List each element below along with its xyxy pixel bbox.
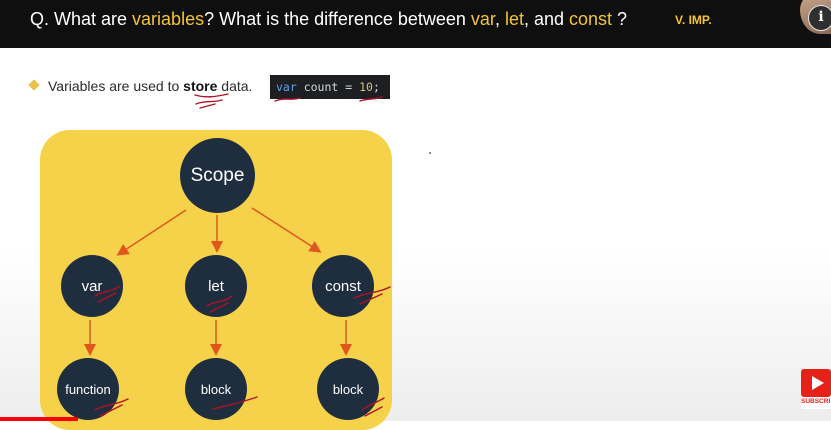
underline-number	[359, 96, 383, 102]
youtube-play-icon	[801, 369, 831, 397]
subscribe-label: SUBSCRI	[801, 398, 831, 405]
subscribe-button[interactable]: SUBSCRI	[801, 369, 831, 409]
mark-function	[94, 398, 129, 417]
arrow-scope-const	[251, 207, 322, 253]
diagram-arrows-overlay	[84, 93, 391, 417]
mark-const	[353, 286, 391, 305]
arrow-scope-var	[116, 209, 187, 256]
mark-let	[206, 295, 233, 313]
mark-var	[94, 285, 121, 303]
mark-block-const	[361, 397, 385, 417]
mark-block-let	[212, 396, 258, 410]
squiggle-store	[195, 99, 223, 109]
underline-store	[194, 93, 229, 98]
video-progress-bar[interactable]	[0, 417, 79, 421]
handwritten-annotations	[94, 93, 391, 417]
underline-code	[274, 97, 301, 102]
